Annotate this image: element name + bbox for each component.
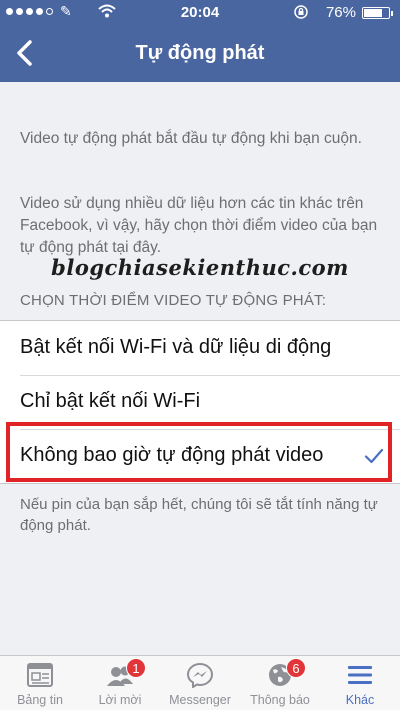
news-feed-icon: [27, 663, 53, 687]
option-label: Chỉ bật kết nối Wi-Fi: [20, 390, 201, 412]
section-header: CHỌN THỜI ĐIỂM VIDEO TỰ ĐỘNG PHÁT:: [20, 292, 327, 309]
rotation-lock-icon: [294, 5, 308, 19]
option-wifi-and-mobile-data[interactable]: Bật kết nối Wi-Fi và dữ liệu di động: [0, 321, 400, 375]
friend-requests-badge: 1: [126, 658, 146, 678]
tab-friend-requests[interactable]: 1 Lời mời: [80, 656, 160, 710]
autoplay-options-list: Bật kết nối Wi-Fi và dữ liệu di động Chỉ…: [0, 320, 400, 484]
battery-icon: [362, 7, 393, 19]
header: ✎ 20:04 76% Tự động phát: [0, 0, 400, 82]
navigation-bar: Tự động phát: [0, 26, 400, 82]
autoplay-description: Video tự động phát bắt đầu tự động khi b…: [20, 130, 362, 147]
tab-label: Lời mời: [98, 693, 142, 707]
option-never-autoplay[interactable]: Không bao giờ tự động phát video: [0, 429, 400, 483]
chevron-left-icon: [17, 40, 32, 66]
tab-bar: Bảng tin 1 Lời mời Messenger 6 Thông báo: [0, 655, 400, 710]
messenger-icon: [186, 662, 214, 688]
option-label: Bật kết nối Wi-Fi và dữ liệu di động: [20, 336, 332, 358]
option-wifi-only[interactable]: Chỉ bật kết nối Wi-Fi: [0, 375, 400, 429]
tab-messenger[interactable]: Messenger: [160, 656, 240, 710]
tab-news-feed[interactable]: Bảng tin: [0, 656, 80, 710]
battery-note: Nếu pin của bạn sắp hết, chúng tôi sẽ tắ…: [20, 496, 378, 534]
option-label: Không bao giờ tự động phát video: [20, 444, 324, 466]
tab-notifications[interactable]: 6 Thông báo: [240, 656, 320, 710]
tab-label: Khác: [345, 693, 375, 707]
back-button[interactable]: [8, 36, 44, 72]
battery-percent: 76%: [325, 4, 356, 21]
checkmark-icon: [364, 448, 384, 464]
menu-icon: [348, 666, 372, 684]
tab-label: Thông báo: [250, 693, 310, 707]
page-title: Tự động phát: [135, 42, 265, 64]
notifications-badge: 6: [286, 658, 306, 678]
tab-label: Messenger: [169, 693, 231, 707]
data-usage-description: Video sử dụng nhiều dữ liệu hơn các tin …: [20, 195, 378, 256]
tab-more[interactable]: Khác: [320, 656, 400, 710]
status-bar: ✎ 20:04 76%: [0, 0, 400, 26]
watermark: blogchiasekienthuc.com: [51, 255, 349, 280]
tab-label: Bảng tin: [17, 693, 63, 707]
